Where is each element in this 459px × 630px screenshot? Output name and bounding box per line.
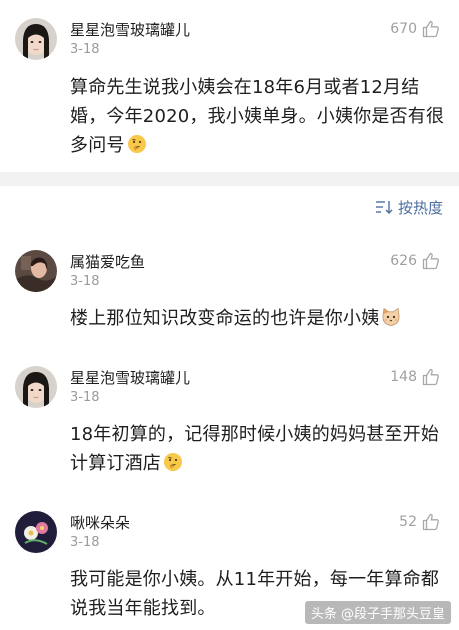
thinking-face-emoji (163, 452, 183, 472)
like-button[interactable]: 52 (399, 511, 441, 533)
username[interactable]: 星星泡雪玻璃罐儿 (70, 367, 190, 388)
thumbs-up-icon (421, 251, 441, 271)
comment-text: 算命先生说我小姨会在18年6月或者12月结婚，今年2020，我小姨单身。小姨你是… (70, 77, 445, 156)
sort-label: 按热度 (397, 198, 443, 217)
username[interactable]: 属猫爱吃鱼 (70, 251, 145, 272)
like-button[interactable]: 626 (390, 250, 441, 272)
like-button[interactable]: 148 (390, 366, 441, 388)
source-watermark: 头条 @段子手那头豆皇 (304, 601, 451, 624)
comment-text: 18年初算的，记得那时候小姨的妈妈甚至开始计算订酒店 (70, 424, 440, 474)
thumbs-up-icon (421, 19, 441, 39)
cat-face-emoji (381, 307, 401, 327)
comment-date: 3-18 (70, 535, 100, 550)
user-avatar[interactable] (15, 250, 57, 292)
username[interactable]: 啾咪朵朵 (70, 512, 130, 533)
section-divider (0, 172, 459, 186)
comment-text: 楼上那位知识改变命运的也许是你小姨 (70, 304, 448, 333)
like-count: 626 (390, 253, 417, 269)
sort-by-hotness-button[interactable]: 按热度 (375, 196, 443, 218)
comment-date: 3-18 (70, 390, 100, 405)
sort-icon (375, 200, 393, 214)
main-comment: 星星泡雪玻璃罐儿 3-18 670 算命先生说我小姨会在18年6月或者12月结婚… (0, 0, 459, 170)
like-count: 52 (399, 514, 417, 530)
thinking-face-emoji (127, 134, 147, 154)
thumbs-up-icon (421, 367, 441, 387)
like-count: 670 (390, 21, 417, 37)
user-avatar[interactable] (15, 18, 57, 60)
user-avatar[interactable] (15, 366, 57, 408)
comment-date: 3-18 (70, 42, 100, 57)
like-count: 148 (390, 369, 417, 385)
user-avatar[interactable] (15, 511, 57, 553)
comment-date: 3-18 (70, 274, 100, 289)
thumbs-up-icon (421, 512, 441, 532)
username[interactable]: 星星泡雪玻璃罐儿 (70, 19, 190, 40)
like-button[interactable]: 670 (390, 18, 441, 40)
